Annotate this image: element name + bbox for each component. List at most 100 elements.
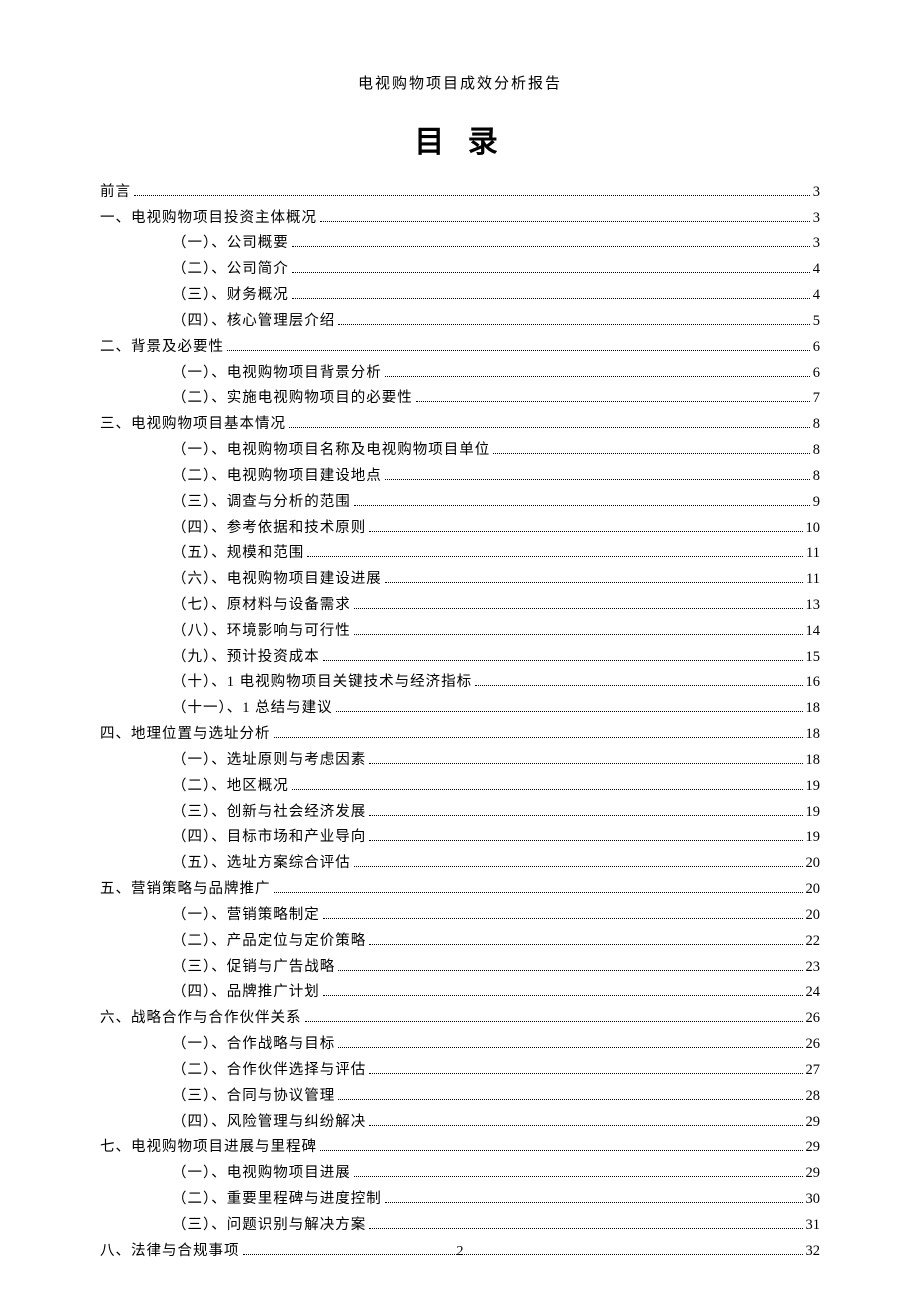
toc-entry[interactable]: （四）、风险管理与纠纷解决29 bbox=[100, 1109, 820, 1135]
toc-entry-label: （二）、公司简介 bbox=[172, 262, 289, 277]
toc-leader-dots bbox=[416, 391, 810, 402]
toc-entry[interactable]: 五、营销策略与品牌推广 20 bbox=[100, 876, 820, 902]
toc-entry-page: 14 bbox=[806, 624, 821, 639]
toc-leader-dots bbox=[305, 1011, 803, 1022]
toc-entry-label: （一）、营销策略制定 bbox=[172, 908, 320, 923]
toc-entry[interactable]: （一）、公司概要 3 bbox=[100, 231, 820, 257]
toc-entry-page: 20 bbox=[806, 882, 821, 897]
toc-entry[interactable]: （七）、原材料与设备需求13 bbox=[100, 592, 820, 618]
toc-leader-dots bbox=[227, 340, 810, 351]
toc-entry[interactable]: （三）、创新与社会经济发展 19 bbox=[100, 799, 820, 825]
page-number: 2 bbox=[0, 1244, 920, 1260]
toc-leader-dots bbox=[323, 650, 803, 661]
toc-entry-label: 三、电视购物项目基本情况 bbox=[100, 417, 286, 432]
toc-title: 目 录 bbox=[100, 117, 820, 161]
toc-entry-page: 5 bbox=[813, 314, 820, 329]
toc-entry-label: （四）、参考依据和技术原则 bbox=[172, 521, 366, 536]
toc-leader-dots bbox=[354, 1166, 803, 1177]
toc-entry-label: （四）、目标市场和产业导向 bbox=[172, 830, 366, 845]
toc-entry[interactable]: （十）、1 电视购物项目关键技术与经济指标16 bbox=[100, 670, 820, 696]
toc-entry[interactable]: （四）、参考依据和技术原则10 bbox=[100, 515, 820, 541]
toc-leader-dots bbox=[369, 1063, 802, 1074]
toc-entry[interactable]: （一）、营销策略制定20 bbox=[100, 902, 820, 928]
toc-entry[interactable]: 一、电视购物项目投资主体概况3 bbox=[100, 205, 820, 231]
toc-entry-page: 8 bbox=[813, 469, 820, 484]
toc-entry[interactable]: （三）、财务概况 4 bbox=[100, 282, 820, 308]
toc-entry-page: 8 bbox=[813, 417, 820, 432]
toc-leader-dots bbox=[369, 1114, 802, 1125]
toc-entry[interactable]: 前言3 bbox=[100, 179, 820, 205]
toc-leader-dots bbox=[369, 804, 802, 815]
toc-entry-label: （三）、问题识别与解决方案 bbox=[172, 1218, 366, 1233]
toc-entry[interactable]: （二）、电视购物项目建设地点8 bbox=[100, 463, 820, 489]
toc-entry-label: （三）、创新与社会经济发展 bbox=[172, 805, 366, 820]
toc-entry[interactable]: （三）、合同与协议管理28 bbox=[100, 1083, 820, 1109]
toc-entry[interactable]: （二）、实施电视购物项目的必要性7 bbox=[100, 386, 820, 412]
toc-entry[interactable]: 三、电视购物项目基本情况 8 bbox=[100, 411, 820, 437]
toc-entry-page: 16 bbox=[806, 675, 821, 690]
toc-entry-page: 3 bbox=[813, 185, 820, 200]
toc-entry[interactable]: （四）、核心管理层介绍 5 bbox=[100, 308, 820, 334]
toc-entry[interactable]: （三）、促销与广告战略 23 bbox=[100, 954, 820, 980]
toc-entry[interactable]: （二）、公司简介 4 bbox=[100, 256, 820, 282]
toc-entry-label: （三）、财务概况 bbox=[172, 288, 289, 303]
toc-entry-page: 23 bbox=[806, 960, 821, 975]
toc-entry[interactable]: （二）、地区概况19 bbox=[100, 773, 820, 799]
toc-entry-page: 19 bbox=[806, 805, 821, 820]
toc-entry-page: 18 bbox=[806, 701, 821, 716]
toc-leader-dots bbox=[292, 236, 810, 247]
toc-entry-label: （十一）、1 总结与建议 bbox=[172, 701, 333, 716]
toc-entry-page: 11 bbox=[806, 572, 820, 587]
toc-entry[interactable]: （一）、电视购物项目进展29 bbox=[100, 1160, 820, 1186]
toc-entry-page: 3 bbox=[813, 211, 820, 226]
toc-entry[interactable]: （一）、电视购物项目背景分析6 bbox=[100, 360, 820, 386]
toc-entry-label: （四）、核心管理层介绍 bbox=[172, 314, 335, 329]
toc-entry[interactable]: 六、战略合作与合作伙伴关系26 bbox=[100, 1006, 820, 1032]
toc-leader-dots bbox=[385, 572, 803, 583]
toc-entry[interactable]: （二）、重要里程碑与进度控制30 bbox=[100, 1186, 820, 1212]
toc-entry-label: 五、营销策略与品牌推广 bbox=[100, 882, 271, 897]
toc-entry-label: 四、地理位置与选址分析 bbox=[100, 727, 271, 742]
toc-entry[interactable]: （五）、选址方案综合评估20 bbox=[100, 851, 820, 877]
toc-entry-label: 二、背景及必要性 bbox=[100, 340, 224, 355]
toc-entry-page: 27 bbox=[806, 1063, 821, 1078]
toc-leader-dots bbox=[354, 598, 803, 609]
toc-entry[interactable]: （一）、合作战略与目标26 bbox=[100, 1031, 820, 1057]
toc-entry[interactable]: （十一）、1 总结与建议 18 bbox=[100, 696, 820, 722]
toc-leader-dots bbox=[338, 959, 802, 970]
toc-entry-page: 26 bbox=[806, 1037, 821, 1052]
toc-leader-dots bbox=[338, 314, 810, 325]
toc-entry[interactable]: （九）、预计投资成本15 bbox=[100, 644, 820, 670]
toc-entry-page: 3 bbox=[813, 236, 820, 251]
toc-entry-page: 15 bbox=[806, 650, 821, 665]
toc-entry-label: 七、电视购物项目进展与里程碑 bbox=[100, 1140, 317, 1155]
toc-entry-page: 28 bbox=[806, 1089, 821, 1104]
toc-entry[interactable]: 二、背景及必要性6 bbox=[100, 334, 820, 360]
toc-entry[interactable]: 七、电视购物项目进展与里程碑29 bbox=[100, 1135, 820, 1161]
toc-entry[interactable]: （四）、目标市场和产业导向19 bbox=[100, 825, 820, 851]
toc-entry[interactable]: （三）、问题识别与解决方案31 bbox=[100, 1212, 820, 1238]
toc-entry-label: （三）、促销与广告战略 bbox=[172, 960, 335, 975]
toc-entry[interactable]: 四、地理位置与选址分析18 bbox=[100, 721, 820, 747]
toc-leader-dots bbox=[307, 546, 803, 557]
toc-entry[interactable]: （八）、环境影响与可行性 14 bbox=[100, 618, 820, 644]
toc-entry[interactable]: （四）、品牌推广计划24 bbox=[100, 980, 820, 1006]
toc-entry-page: 4 bbox=[813, 288, 820, 303]
toc-entry[interactable]: （六）、电视购物项目建设进展11 bbox=[100, 566, 820, 592]
toc-entry[interactable]: （二）、合作伙伴选择与评估27 bbox=[100, 1057, 820, 1083]
toc-container: 前言3一、电视购物项目投资主体概况3（一）、公司概要3（二）、公司简介4（三）、… bbox=[100, 179, 820, 1264]
toc-leader-dots bbox=[274, 727, 803, 738]
toc-entry[interactable]: （五）、规模和范围11 bbox=[100, 541, 820, 567]
toc-entry-label: （四）、风险管理与纠纷解决 bbox=[172, 1115, 366, 1130]
toc-leader-dots bbox=[354, 624, 803, 635]
toc-entry-label: （八）、环境影响与可行性 bbox=[172, 624, 351, 639]
toc-entry[interactable]: （三）、调查与分析的范围9 bbox=[100, 489, 820, 515]
toc-leader-dots bbox=[369, 934, 802, 945]
toc-entry-page: 4 bbox=[813, 262, 820, 277]
toc-entry-label: （一）、公司概要 bbox=[172, 236, 289, 251]
toc-entry[interactable]: （二）、产品定位与定价策略22 bbox=[100, 928, 820, 954]
toc-leader-dots bbox=[134, 185, 810, 196]
toc-entry[interactable]: （一）、电视购物项目名称及电视购物项目单位8 bbox=[100, 437, 820, 463]
toc-entry[interactable]: （一）、选址原则与考虑因素18 bbox=[100, 747, 820, 773]
toc-leader-dots bbox=[323, 908, 803, 919]
